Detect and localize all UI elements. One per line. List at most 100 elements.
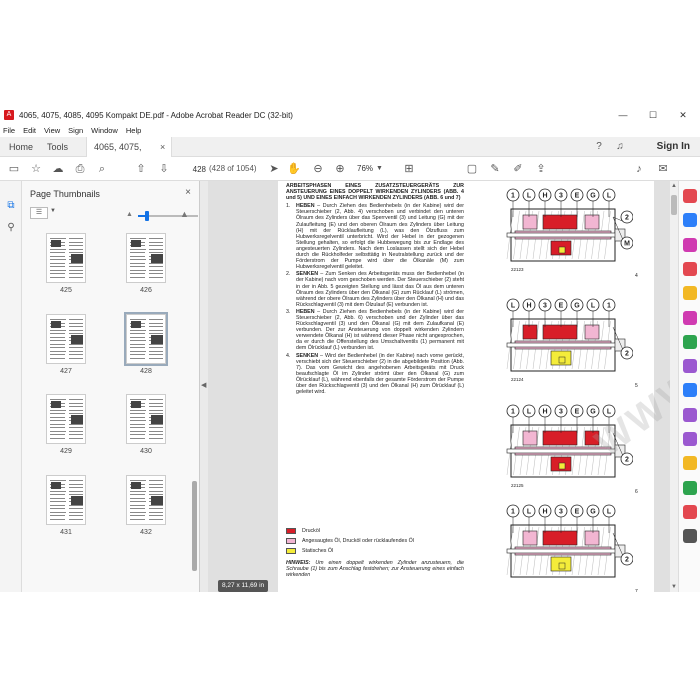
- zoom-in-icon[interactable]: ⊕: [333, 162, 347, 176]
- mountain-small-icon[interactable]: ▲: [126, 211, 133, 218]
- close-tab-button[interactable]: ×: [160, 137, 165, 157]
- sign-in-button[interactable]: Sign In: [657, 137, 690, 157]
- menu-file[interactable]: File: [3, 126, 15, 135]
- maximize-button[interactable]: ☐: [638, 106, 668, 124]
- zoom-out-icon[interactable]: ⊖: [311, 162, 325, 176]
- tab-home[interactable]: Home: [2, 137, 40, 157]
- upload-icon[interactable]: ☁: [51, 162, 65, 176]
- combine-files-icon[interactable]: [683, 261, 697, 276]
- scrollbar-thumb[interactable]: [671, 195, 677, 215]
- menu-view[interactable]: View: [44, 126, 60, 135]
- step-text: – Zum Senken des Arbeitsgeräts muss der …: [296, 271, 464, 308]
- figure-number: 6: [635, 489, 638, 495]
- prepare-form-icon[interactable]: [683, 407, 697, 422]
- read-aloud-icon[interactable]: ♪: [632, 162, 646, 176]
- fill-sign-icon[interactable]: [683, 359, 697, 374]
- document-viewport[interactable]: ARBEITSPHASEN EINES ZUSATZSTEUERGERÄTS Z…: [208, 181, 670, 592]
- organize-pages-icon[interactable]: [683, 310, 697, 325]
- callout-label: H: [526, 303, 531, 310]
- stamp-icon[interactable]: [683, 480, 697, 495]
- menu-help[interactable]: Help: [126, 126, 141, 135]
- hand-icon[interactable]: ✋: [287, 162, 301, 176]
- highlight-pen-icon[interactable]: ✎: [488, 162, 502, 176]
- page-down-icon[interactable]: ⇩: [157, 162, 171, 176]
- page-thumbnail[interactable]: [46, 233, 86, 283]
- section-heading: ARBEITSPHASEN EINES ZUSATZSTEUERGERÄTS Z…: [286, 183, 464, 202]
- page-number-input[interactable]: 428: [183, 162, 207, 176]
- menu-window[interactable]: Window: [91, 126, 118, 135]
- tab-tools[interactable]: Tools: [40, 137, 75, 157]
- document-scrollbar[interactable]: ▲ ▼: [670, 181, 678, 592]
- page-thumbnail[interactable]: [46, 314, 86, 364]
- callout-label: L: [511, 303, 516, 310]
- page-thumbnail[interactable]: [46, 394, 86, 444]
- callout-label: 1: [511, 193, 515, 200]
- scan-icon[interactable]: [683, 334, 697, 349]
- step-text: – Durch Ziehen des Bedienhebels (in der …: [296, 308, 464, 352]
- thumbnails-panel-title: Page Thumbnails: [30, 189, 100, 199]
- close-window-button[interactable]: ✕: [668, 106, 698, 124]
- options-menu-icon[interactable]: ☰: [30, 207, 48, 219]
- search-icon[interactable]: ⌕: [95, 162, 109, 176]
- slider-knob[interactable]: [145, 211, 149, 221]
- menu-sign[interactable]: Sign: [68, 126, 83, 135]
- scroll-up-icon[interactable]: ▲: [671, 183, 677, 189]
- collapse-arrow-icon[interactable]: ◀: [201, 381, 206, 389]
- save-icon[interactable]: ▭: [7, 162, 21, 176]
- page-thumbnail[interactable]: [126, 475, 166, 525]
- fit-page-icon[interactable]: ⊞: [402, 162, 416, 176]
- steps-list: 1. HEBEN – Durch Ziehen des Bedienhebels …: [286, 203, 464, 395]
- page-thumbnail-label: 427: [60, 368, 72, 375]
- thumbnail-size-slider[interactable]: [138, 211, 198, 221]
- color-legend: Drucköl Angesaugtes Öl, Drucköl oder rück…: [286, 527, 466, 557]
- page-thumbnail-label: 428: [140, 368, 152, 375]
- more-tools-icon[interactable]: [683, 456, 697, 471]
- chevron-down-icon[interactable]: ▼: [50, 208, 56, 214]
- scrollbar-thumb[interactable]: [192, 481, 197, 571]
- sign-icon[interactable]: ✐: [511, 162, 525, 176]
- attachment-icon[interactable]: ⚲: [4, 221, 18, 235]
- page-thumbnails-icon[interactable]: ⧉: [4, 199, 18, 213]
- comment-icon[interactable]: ▢: [465, 162, 479, 176]
- callout-label: 3: [559, 509, 563, 516]
- callout-label: 1: [511, 509, 515, 516]
- bell-icon[interactable]: ♫: [614, 141, 626, 153]
- bookmark-star-icon[interactable]: ☆: [29, 162, 43, 176]
- select-cursor-icon[interactable]: ➤: [267, 162, 281, 176]
- step-label: HEBEN: [296, 308, 315, 315]
- page-thumbnail[interactable]: [46, 475, 86, 525]
- page-thumbnail[interactable]: [124, 312, 168, 366]
- mountain-large-icon[interactable]: ▲: [180, 209, 189, 219]
- export-pdf-icon[interactable]: [683, 189, 697, 203]
- close-panel-button[interactable]: ×: [185, 187, 191, 198]
- menu-edit[interactable]: Edit: [23, 126, 36, 135]
- thumbnail-scrollbar[interactable]: [192, 231, 197, 581]
- page-thumbnail[interactable]: [126, 233, 166, 283]
- print-icon[interactable]: ⎙: [73, 162, 87, 176]
- chevron-down-icon[interactable]: ▼: [376, 162, 383, 176]
- help-icon[interactable]: ?: [593, 141, 605, 153]
- callout-label: L: [527, 193, 532, 200]
- legend-item: Statisches Öl: [286, 547, 466, 557]
- step-text: – Wird der Bedienhebel (in der Kabine) n…: [296, 352, 464, 396]
- zoom-level[interactable]: 76%: [357, 162, 373, 176]
- create-pdf-icon[interactable]: [683, 213, 697, 228]
- send-icon[interactable]: ✉: [656, 162, 670, 176]
- page-up-icon[interactable]: ⇧: [134, 162, 148, 176]
- page-thumbnail-label: 430: [140, 448, 152, 455]
- page-thumbnail[interactable]: [126, 394, 166, 444]
- step-item: 4. SENKEN – Wird der Bedienhebel (in der …: [286, 352, 464, 396]
- optimize-icon[interactable]: [683, 529, 697, 544]
- send-for-signature-icon[interactable]: [683, 432, 697, 446]
- legend-item: Drucköl: [286, 527, 466, 537]
- pdf-page: ARBEITSPHASEN EINES ZUSATZSTEUERGERÄTS Z…: [278, 181, 654, 592]
- protect-icon[interactable]: [683, 383, 697, 398]
- comment-tool-icon[interactable]: [683, 286, 697, 301]
- minimize-button[interactable]: —: [608, 106, 638, 124]
- share-icon[interactable]: ⇪: [534, 162, 548, 176]
- edit-pdf-icon[interactable]: [683, 237, 697, 252]
- scroll-down-icon[interactable]: ▼: [671, 584, 677, 590]
- redact-icon[interactable]: [683, 504, 697, 519]
- panel-splitter[interactable]: ◀: [200, 181, 208, 592]
- callout-label: 3: [559, 193, 563, 200]
